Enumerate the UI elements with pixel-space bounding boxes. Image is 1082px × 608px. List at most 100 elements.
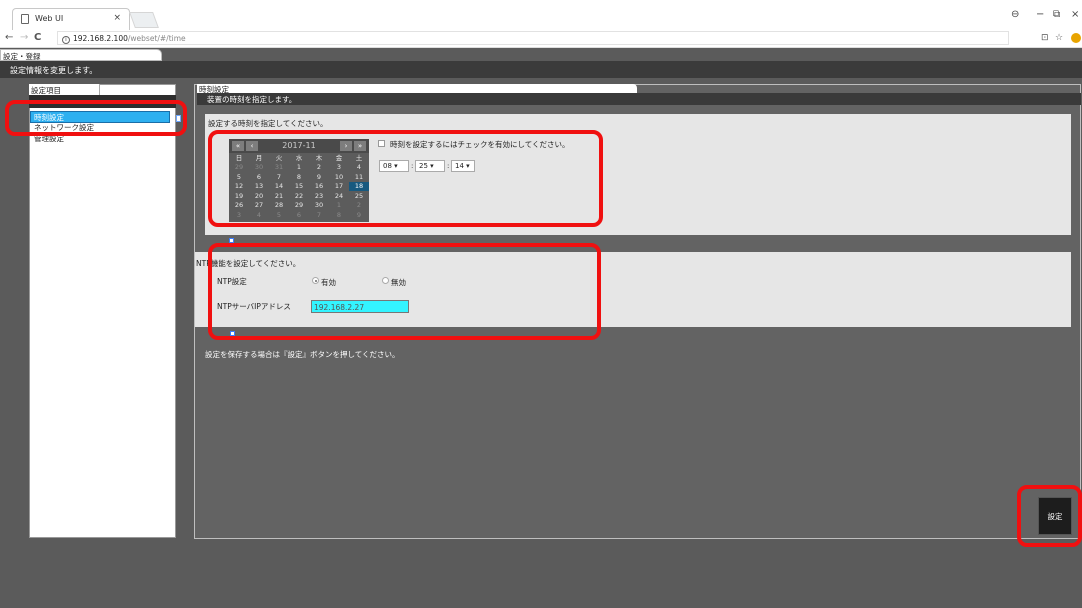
- calendar-day[interactable]: 1: [329, 201, 349, 210]
- set-button[interactable]: 設定: [1038, 497, 1072, 535]
- calendar-day[interactable]: 24: [329, 192, 349, 201]
- save-note: 設定を保存する場合は『設定』ボタンを押してください。: [205, 350, 400, 359]
- browser-tab[interactable]: Web UI ×: [12, 8, 130, 30]
- calendar-day[interactable]: 29: [229, 163, 249, 172]
- calendar-day[interactable]: 11: [349, 173, 369, 182]
- calendar-day[interactable]: 13: [249, 182, 269, 191]
- calendar-month: 2017-11: [282, 141, 316, 150]
- calendar-day[interactable]: 29: [289, 201, 309, 210]
- calendar-day[interactable]: 21: [269, 192, 289, 201]
- sidebar-header-bar: [29, 95, 176, 108]
- calendar-day[interactable]: 8: [329, 211, 349, 220]
- calendar-day[interactable]: 3: [329, 163, 349, 172]
- calendar-day[interactable]: 7: [269, 173, 289, 182]
- minute-select[interactable]: 25 ▾: [415, 160, 445, 172]
- calendar-weekday: 水: [295, 154, 303, 162]
- time-colon: :: [447, 162, 450, 170]
- calendar-day[interactable]: 8: [289, 173, 309, 182]
- back-icon[interactable]: ←: [5, 32, 13, 43]
- calendar-day[interactable]: 25: [349, 192, 369, 201]
- hour-select[interactable]: 08 ▾: [379, 160, 409, 172]
- calendar-day[interactable]: 9: [349, 211, 369, 220]
- calendar-weekday: 木: [315, 154, 323, 162]
- translate-icon[interactable]: ⊡: [1041, 33, 1049, 43]
- splitter-handle[interactable]: [176, 115, 181, 122]
- forward-icon[interactable]: →: [20, 32, 28, 43]
- section-handle[interactable]: [229, 238, 234, 243]
- calendar-day[interactable]: 17: [329, 182, 349, 191]
- calendar-day[interactable]: 26: [229, 201, 249, 210]
- calendar-day[interactable]: 30: [249, 163, 269, 172]
- calendar-day[interactable]: 7: [309, 211, 329, 220]
- close-window-icon[interactable]: ×: [1071, 9, 1079, 20]
- sidebar-item-time[interactable]: 時刻設定: [30, 111, 170, 123]
- prev-month-button[interactable]: ‹: [246, 141, 258, 151]
- calendar-day[interactable]: 4: [249, 211, 269, 220]
- second-select[interactable]: 14 ▾: [451, 160, 475, 172]
- calendar-day[interactable]: 5: [229, 173, 249, 182]
- app-tab-settings[interactable]: 設定・登録: [0, 49, 162, 61]
- calendar-day[interactable]: 12: [229, 182, 249, 191]
- tab-close-icon[interactable]: ×: [113, 13, 121, 23]
- calendar-day[interactable]: 27: [249, 201, 269, 210]
- calendar-day[interactable]: 28: [269, 201, 289, 210]
- calendar-day[interactable]: 22: [289, 192, 309, 201]
- sidebar-item-admin[interactable]: 管理設定: [31, 133, 169, 143]
- calendar-day[interactable]: 3: [229, 211, 249, 220]
- ntp-disable-label: 無効: [391, 278, 406, 287]
- calendar-day[interactable]: 19: [229, 192, 249, 201]
- new-tab-button[interactable]: [129, 12, 159, 28]
- calendar-weekday: 日: [235, 154, 243, 162]
- minute-value: 25: [419, 162, 428, 170]
- calendar-day[interactable]: 4: [349, 163, 369, 172]
- calendar-day[interactable]: 20: [249, 192, 269, 201]
- calendar-day[interactable]: 9: [309, 173, 329, 182]
- reload-icon[interactable]: C: [34, 32, 41, 43]
- minimize-icon[interactable]: −: [1036, 9, 1044, 20]
- calendar-weekday: 金: [335, 154, 343, 162]
- time-colon: :: [411, 162, 414, 170]
- info-icon[interactable]: i: [62, 36, 70, 44]
- page-icon: [21, 14, 29, 24]
- section-handle[interactable]: [230, 331, 235, 336]
- app-header: 設定情報を変更します。: [0, 61, 1082, 78]
- next-month-button[interactable]: ›: [340, 141, 352, 151]
- calendar-day[interactable]: 2: [309, 163, 329, 172]
- bookmark-star-icon[interactable]: ☆: [1055, 33, 1063, 43]
- calendar-day[interactable]: 15: [289, 182, 309, 191]
- restore-icon[interactable]: ⧉: [1053, 9, 1060, 20]
- calendar-day[interactable]: 16: [309, 182, 329, 191]
- ntp-enable-radio[interactable]: [312, 277, 319, 284]
- set-time-checkbox[interactable]: [378, 140, 385, 147]
- ntp-setting-label: NTP設定: [217, 277, 247, 286]
- profile-icon[interactable]: ⊖: [1011, 9, 1019, 20]
- prev-year-button[interactable]: «: [232, 141, 244, 151]
- extension-icon[interactable]: [1071, 33, 1081, 43]
- calendar-day[interactable]: 10: [329, 173, 349, 182]
- ntp-section: [195, 252, 1071, 327]
- url-field[interactable]: i 192.168.2.100/webset/#/time: [57, 31, 1009, 45]
- url-host: 192.168.2.100: [73, 34, 128, 43]
- calendar-weekday: 月: [255, 154, 263, 162]
- browser-tab-bar: Web UI × ⊖ − ⧉ ×: [0, 0, 1082, 30]
- next-year-button[interactable]: »: [354, 141, 366, 151]
- ntp-disable-radio[interactable]: [382, 277, 389, 284]
- sidebar-item-network[interactable]: ネットワーク設定: [31, 122, 169, 132]
- calendar-day[interactable]: 2: [349, 201, 369, 210]
- calendar-day[interactable]: 14: [269, 182, 289, 191]
- calendar-day[interactable]: 18: [349, 182, 369, 192]
- calendar-day[interactable]: 6: [289, 211, 309, 220]
- calendar-day[interactable]: 30: [309, 201, 329, 210]
- tab-title: Web UI: [35, 14, 64, 23]
- calendar-day[interactable]: 1: [289, 163, 309, 172]
- chevron-down-icon: ▾: [430, 162, 434, 170]
- calendar-day[interactable]: 5: [269, 211, 289, 220]
- calendar-day[interactable]: 6: [249, 173, 269, 182]
- calendar-day[interactable]: 23: [309, 192, 329, 201]
- calendar-day[interactable]: 31: [269, 163, 289, 172]
- ntp-section-label: NTP機能を設定してください。: [196, 259, 301, 268]
- url-path: /webset/#/time: [127, 34, 186, 43]
- ntp-ip-input[interactable]: [311, 300, 409, 313]
- second-value: 14: [455, 162, 464, 170]
- sidebar-panel: [29, 84, 176, 538]
